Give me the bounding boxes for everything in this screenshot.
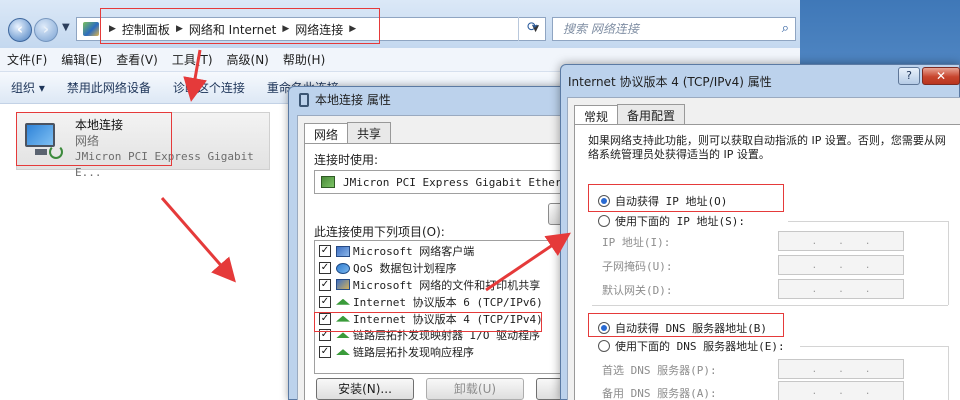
diagnose-button[interactable]: 诊断这个连接	[162, 79, 256, 96]
subnet-mask-label: 子网掩码(U):	[602, 260, 673, 273]
ip-octet-separator: .	[812, 234, 817, 247]
dialog-title: Internet 协议版本 4 (TCP/IPv4) 属性	[568, 75, 772, 89]
dns-group-border	[948, 346, 949, 400]
list-item[interactable]: ✓ Microsoft 网络的文件和打印机共享	[315, 277, 565, 294]
ip-octet-separator: .	[865, 362, 870, 375]
menu-advanced[interactable]: 高级(N)	[220, 51, 276, 68]
help-button[interactable]: ?	[898, 67, 920, 85]
item-checkbox[interactable]: ✓	[319, 346, 331, 359]
back-button[interactable]: ‹	[8, 18, 32, 42]
organize-button[interactable]: 组织 ▾	[0, 79, 56, 96]
list-item[interactable]: ✓ Internet 协议版本 6 (TCP/IPv6)	[315, 293, 565, 310]
forward-button[interactable]: ›	[34, 18, 58, 42]
list-item[interactable]: ✓ QoS 数据包计划程序	[315, 260, 565, 277]
manual-dns-radio[interactable]: 使用下面的 DNS 服务器地址(E):	[598, 338, 785, 354]
components-list: ✓ Microsoft 网络客户端 ✓ QoS 数据包计划程序 ✓ Micros…	[314, 240, 566, 374]
item-checkbox[interactable]: ✓	[319, 245, 331, 258]
ip-description: 如果网络支持此功能，则可以获取自动指派的 IP 设置。否则，您需要从网络系统管理…	[588, 134, 946, 161]
manual-dns-label: 使用下面的 DNS 服务器地址(E):	[615, 340, 785, 353]
history-dropdown-icon[interactable]: ▼	[62, 22, 70, 33]
item-label: QoS 数据包计划程序	[353, 262, 457, 276]
ip-octet-separator: .	[839, 384, 843, 397]
subnet-mask-field[interactable]: . . .	[778, 255, 904, 275]
network-adapter-icon	[321, 176, 335, 188]
uninstall-button[interactable]: 卸载(U)	[426, 378, 524, 400]
search-input[interactable]: 搜索 网络连接 ⌕	[552, 17, 796, 41]
item-label: Microsoft 网络客户端	[353, 245, 475, 259]
radio-unselected-icon	[598, 215, 610, 227]
annotation-box-auto-dns	[588, 313, 784, 337]
default-gateway-field[interactable]: . . .	[778, 279, 904, 299]
manual-ip-label: 使用下面的 IP 地址(S):	[615, 215, 745, 228]
refresh-icon[interactable]: ⟳	[518, 17, 546, 41]
tab-general[interactable]: 常规	[574, 105, 619, 125]
default-gateway-label: 默认网关(D):	[602, 284, 673, 297]
ip-octet-separator: .	[865, 234, 870, 247]
annotation-box-address	[100, 8, 380, 44]
ip-address-label: IP 地址(I):	[602, 236, 671, 249]
menu-view[interactable]: 查看(V)	[109, 51, 165, 68]
ip-octet-separator: .	[812, 282, 817, 295]
alternate-dns-field[interactable]: . . .	[778, 381, 904, 400]
annotation-box-connection	[16, 112, 172, 166]
ip-octet-separator: .	[865, 258, 870, 271]
tab-network[interactable]: 网络	[304, 123, 349, 143]
ip-address-field[interactable]: . . .	[778, 231, 904, 251]
item-label: Microsoft 网络的文件和打印机共享	[353, 278, 541, 292]
ip-octet-separator: .	[812, 258, 817, 271]
client-icon	[336, 245, 350, 257]
dialog-title-bar: 本地连接 属性	[299, 91, 391, 108]
ip-octet-separator: .	[865, 384, 870, 397]
menu-edit[interactable]: 编辑(E)	[54, 51, 109, 68]
preferred-dns-field[interactable]: . . .	[778, 359, 904, 379]
control-panel-icon	[83, 22, 99, 36]
adapter-name: JMicron PCI Express Gigabit Etherne	[343, 175, 564, 189]
adapter-field: JMicron PCI Express Gigabit Etherne	[314, 170, 564, 194]
protocol-icon	[336, 349, 350, 356]
network-plug-icon	[299, 92, 309, 107]
menu-tools[interactable]: 工具(T)	[165, 51, 220, 68]
list-item[interactable]: ✓ Microsoft 网络客户端	[315, 243, 565, 260]
install-button[interactable]: 安装(N)...	[316, 378, 414, 400]
share-icon	[336, 279, 350, 291]
ip-octet-separator: .	[839, 362, 843, 375]
ip-group-border	[788, 221, 948, 222]
item-label: Internet 协议版本 6 (TCP/IPv6)	[353, 295, 543, 309]
ip-group-border	[592, 305, 948, 306]
item-checkbox[interactable]: ✓	[319, 295, 331, 308]
tab-alternate-config[interactable]: 备用配置	[617, 104, 686, 126]
list-item[interactable]: ✓ 链路层拓扑发现响应程序	[315, 344, 565, 361]
alternate-dns-label: 备用 DNS 服务器(A):	[602, 387, 717, 400]
radio-unselected-icon	[598, 340, 610, 352]
ip-octet-separator: .	[812, 384, 817, 397]
item-checkbox[interactable]: ✓	[319, 278, 331, 291]
ip-octet-separator: .	[839, 282, 843, 295]
ip-octet-separator: .	[839, 234, 843, 247]
protocol-icon	[336, 298, 350, 305]
menu-help[interactable]: 帮助(H)	[276, 51, 332, 68]
ip-octet-separator: .	[839, 258, 843, 271]
ip-octet-separator: .	[812, 362, 817, 375]
ip-octet-separator: .	[865, 282, 870, 295]
item-label: 链路层拓扑发现响应程序	[353, 346, 474, 360]
menu-file[interactable]: 文件(F)	[0, 51, 54, 68]
search-placeholder: 搜索 网络连接	[563, 22, 639, 36]
protocol-icon	[336, 332, 350, 339]
manual-ip-radio[interactable]: 使用下面的 IP 地址(S):	[598, 213, 745, 229]
annotation-box-auto-ip	[588, 184, 784, 212]
item-checkbox[interactable]: ✓	[319, 262, 331, 275]
disable-device-button[interactable]: 禁用此网络设备	[56, 79, 162, 96]
tab-sharing[interactable]: 共享	[347, 122, 392, 144]
search-icon[interactable]: ⌕	[782, 18, 789, 40]
close-button[interactable]: ✕	[922, 67, 960, 85]
connect-using-label: 连接时使用:	[314, 153, 379, 167]
dns-group-border	[800, 346, 948, 347]
annotation-box-ipv4-item	[314, 312, 542, 332]
dialog-title: 本地连接 属性	[315, 93, 391, 107]
items-label: 此连接使用下列项目(O):	[314, 225, 445, 239]
preferred-dns-label: 首选 DNS 服务器(P):	[602, 364, 717, 377]
qos-icon	[336, 262, 350, 274]
ip-group-border	[948, 221, 949, 305]
